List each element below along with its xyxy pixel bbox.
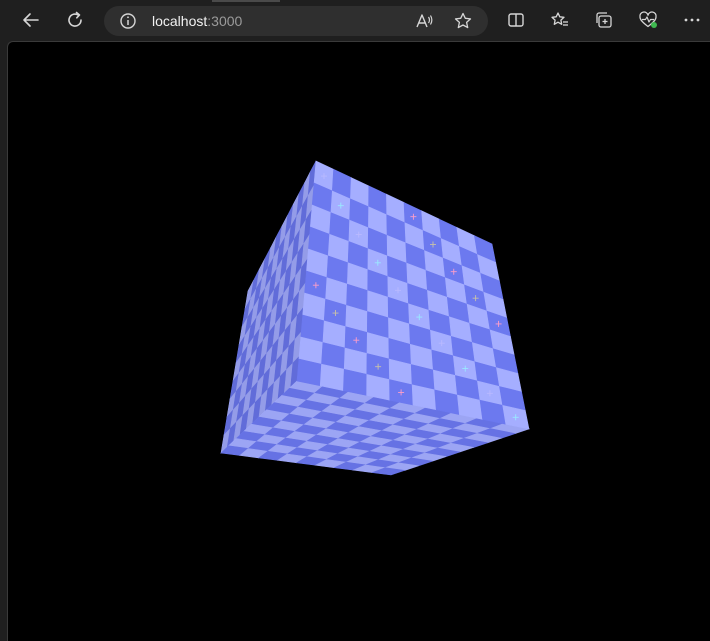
heart-pulse-icon [639, 11, 657, 28]
refresh-icon [68, 11, 82, 27]
address-port: :3000 [207, 13, 243, 29]
star-icon [454, 12, 472, 29]
refresh-button[interactable] [61, 6, 89, 34]
more-dots-icon [684, 18, 700, 22]
favorites-list-icon [551, 12, 568, 26]
back-button[interactable] [17, 6, 45, 34]
read-aloud-button[interactable] [410, 7, 438, 35]
site-info-button[interactable] [114, 7, 142, 35]
split-screen-button[interactable] [502, 6, 530, 34]
arrow-left-icon [23, 13, 39, 27]
address-bar[interactable]: localhost:3000 [104, 6, 488, 36]
collections-icon [596, 12, 612, 28]
address-url[interactable]: localhost:3000 [152, 13, 242, 29]
browser-toolbar: localhost:3000 [0, 0, 710, 40]
address-host: localhost [152, 13, 208, 29]
tab-strip-edge [212, 0, 280, 2]
read-aloud-icon [416, 14, 433, 28]
webgl-canvas[interactable] [8, 42, 710, 641]
split-screen-icon [508, 13, 524, 27]
more-options-button[interactable] [678, 6, 706, 34]
favorites-button[interactable] [546, 6, 574, 34]
browser-window: localhost:3000 [0, 0, 710, 641]
info-icon [120, 13, 136, 29]
browser-essentials-button[interactable] [634, 6, 662, 34]
collections-button[interactable] [590, 6, 618, 34]
page-viewport [7, 41, 710, 641]
add-favorite-button[interactable] [449, 7, 477, 35]
